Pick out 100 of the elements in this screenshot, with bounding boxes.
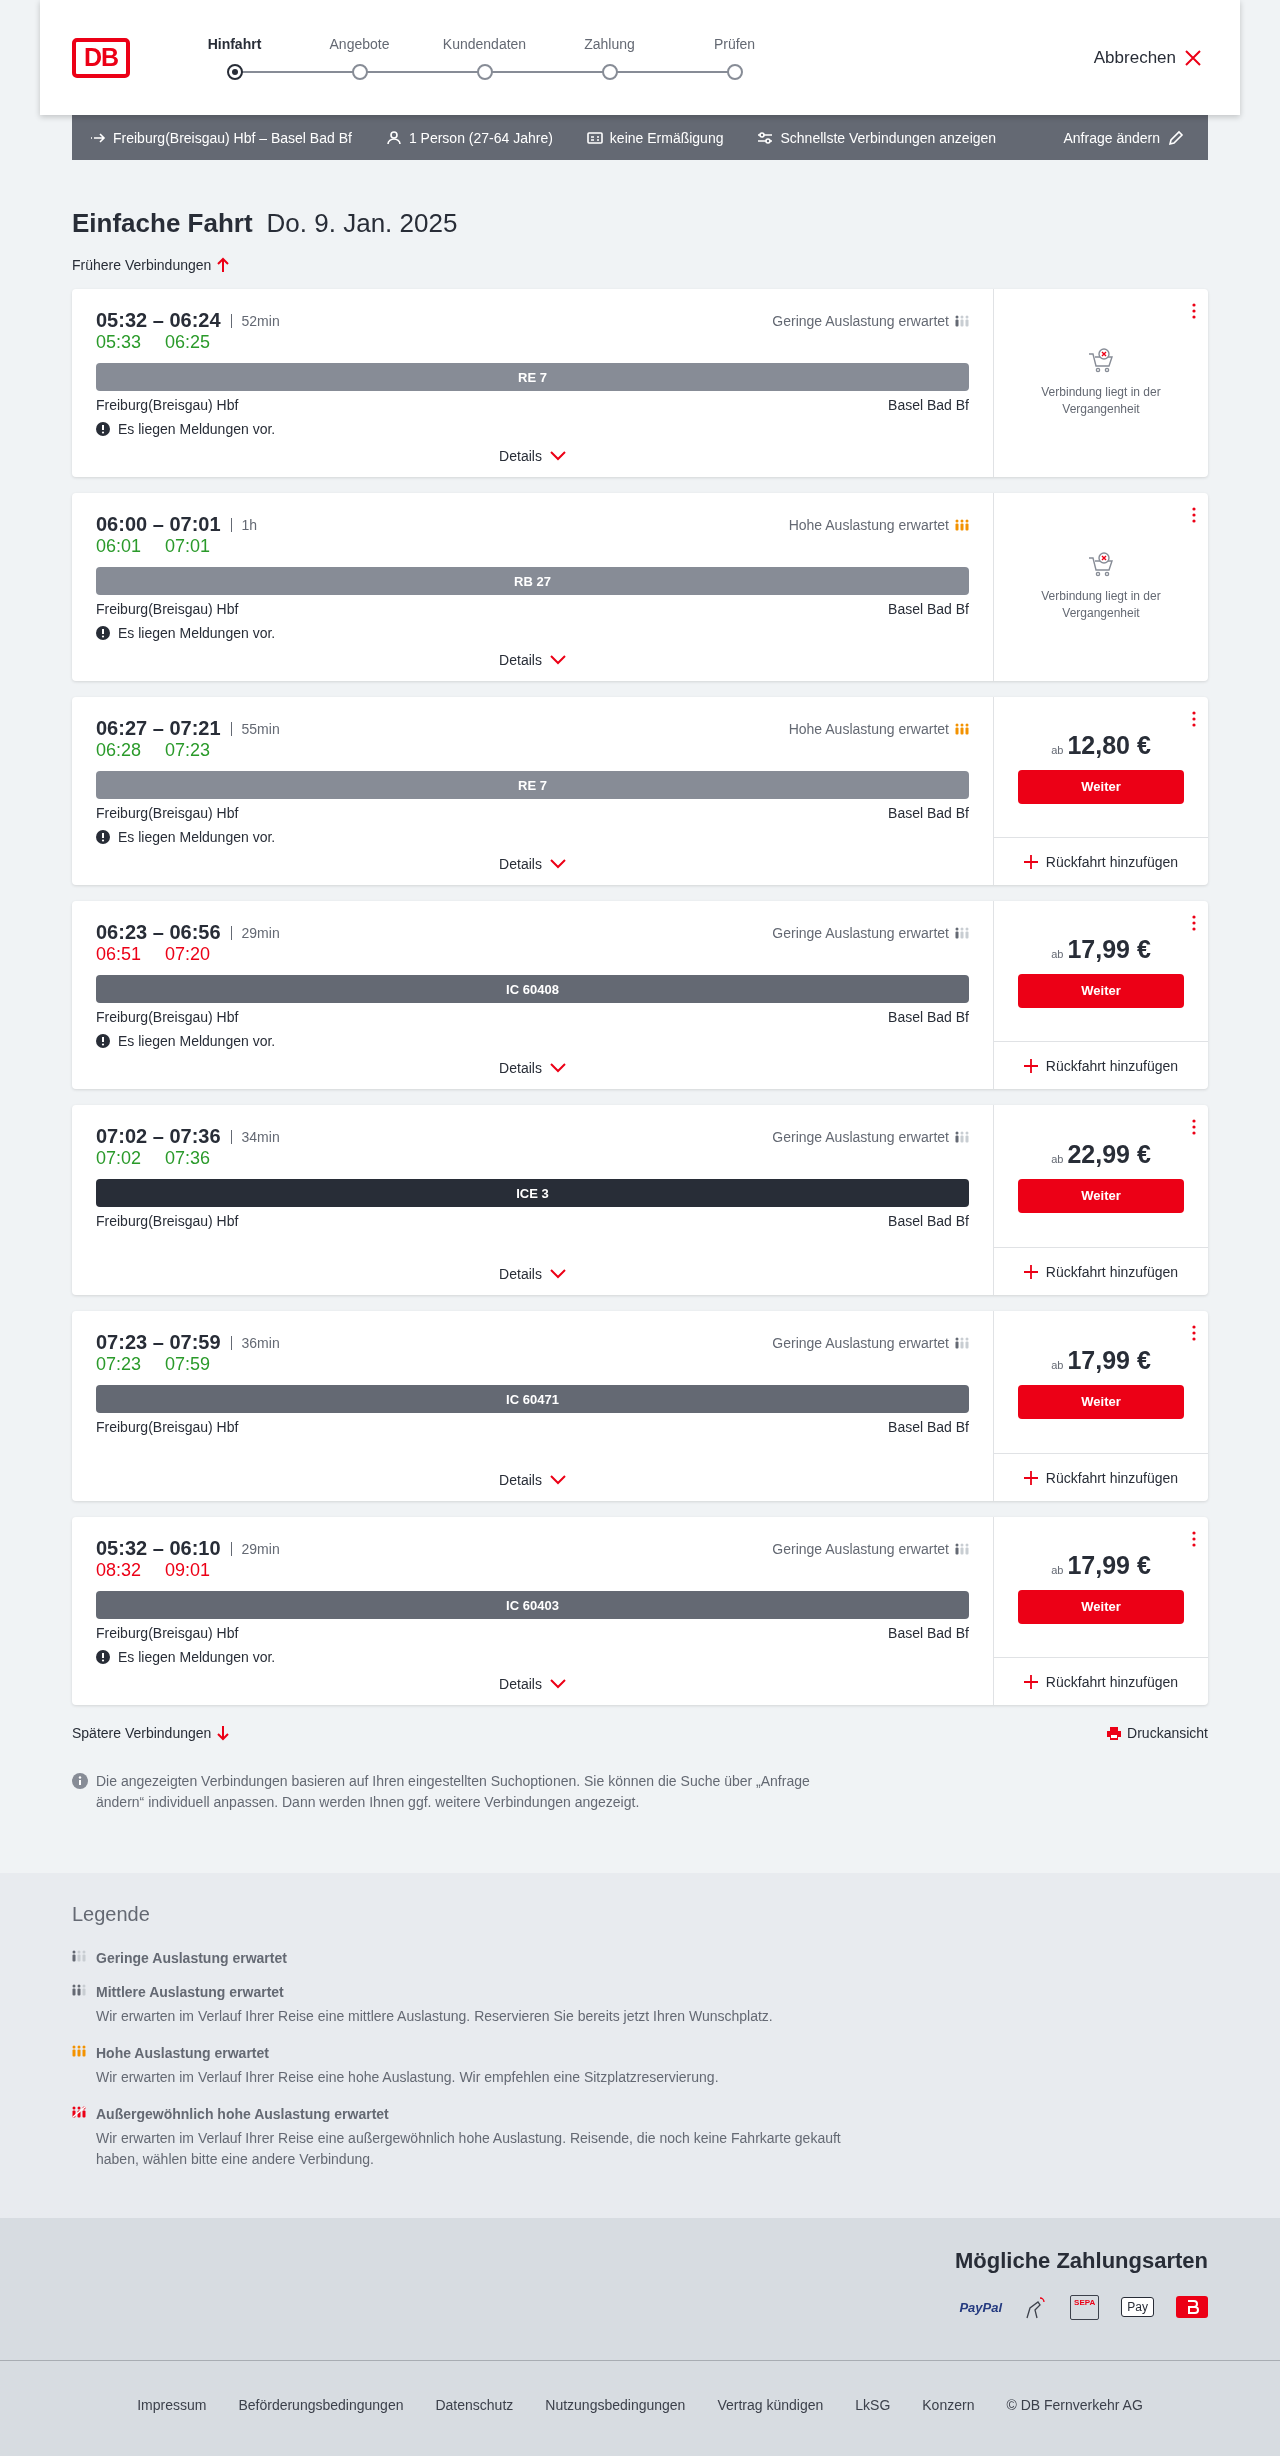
past-connection-note: Verbindung liegt in der Vergangenheit (1040, 384, 1162, 418)
footer-link[interactable]: Beförderungsbedingungen (238, 2397, 404, 2456)
details-toggle[interactable]: Details (493, 1059, 572, 1077)
details-toggle[interactable]: Details (493, 447, 572, 465)
change-request-button[interactable]: Anfrage ändern (1057, 128, 1190, 147)
departure-arrival-times: 05:32 – 06:24 (96, 309, 221, 332)
add-return-button[interactable]: Rückfahrt hinzufügen (994, 1041, 1208, 1089)
train-bar: RE 7 (96, 771, 969, 799)
occupancy-label: Geringe Auslastung erwartet (772, 924, 949, 941)
occupancy-label: Geringe Auslastung erwartet (772, 1128, 949, 1145)
duration: 34min (241, 1128, 280, 1145)
earlier-connections-link[interactable]: Frühere Verbindungen (72, 257, 1208, 273)
continue-button[interactable]: Weiter (1018, 1178, 1184, 1213)
plus-icon (1023, 1264, 1038, 1279)
chevron-icon (549, 1063, 566, 1073)
chevron-icon (549, 1269, 566, 1279)
travel-date: Do. 9. Jan. 2025 (266, 208, 458, 239)
person-icon (385, 130, 402, 145)
cart-unavailable-icon (1088, 348, 1114, 375)
step-label: Hinfahrt (207, 35, 262, 52)
summary-text: keine Ermäßigung (609, 129, 724, 146)
step-indicator[interactable] (226, 63, 243, 80)
add-return-button[interactable]: Rückfahrt hinzufügen (994, 1453, 1208, 1501)
later-connections-link[interactable]: Spätere Verbindungen (72, 1725, 230, 1741)
train-bar: ICE 3 (96, 1179, 969, 1207)
details-toggle[interactable]: Details (493, 1265, 572, 1283)
realtime: 06:28 (96, 740, 142, 761)
price-prefix: ab (1051, 947, 1064, 960)
legend-item-text: Wir erwarten im Verlauf Ihrer Reise eine außergewöhnlich hohe Auslastung. Reisende, die noch keine Fahrkarte gekauft haben, wählen bitte eine andere Verbindung. (96, 2129, 842, 2169)
message-notice: Es liegen Meldungen vor. (118, 625, 276, 641)
origin-station: Freiburg(Breisgau) Hbf (96, 397, 239, 413)
plus-icon (1023, 1674, 1038, 1689)
continue-button[interactable]: Weiter (1018, 769, 1184, 804)
paypal-logo: PayPal (959, 2299, 1003, 2315)
footer-link[interactable]: Nutzungsbedingungen (545, 2397, 686, 2456)
realtime: 05:33 (96, 332, 142, 353)
footer-link[interactable]: Impressum (137, 2397, 207, 2456)
footer-link[interactable]: LkSG (855, 2397, 891, 2456)
realtime: 07:02 (96, 1148, 142, 1169)
destination-station: Basel Bad Bf (888, 601, 969, 617)
price-prefix: ab (1051, 1152, 1064, 1165)
occupancy-label: Geringe Auslastung erwartet (772, 1334, 949, 1351)
price: 12,80 € (1067, 730, 1151, 760)
details-toggle[interactable]: Details (493, 651, 572, 669)
footer-link[interactable]: Datenschutz (435, 2397, 514, 2456)
continue-button[interactable]: Weiter (1018, 973, 1184, 1008)
departure-arrival-times: 06:23 – 06:56 (96, 921, 221, 944)
payment-title: Mögliche Zahlungsarten (954, 2248, 1208, 2274)
step-label: Prüfen (713, 35, 756, 52)
footer-link[interactable]: Konzern (922, 2397, 975, 2456)
sepa-logo: SEPA (1070, 2294, 1100, 2320)
occupancy-label: Geringe Auslastung erwartet (772, 1540, 949, 1557)
occupancy-label: Hohe Auslastung erwartet (788, 720, 949, 737)
price-prefix: ab (1051, 1358, 1064, 1371)
step-label: Zahlung (584, 35, 635, 52)
departure-arrival-times: 07:23 – 07:59 (96, 1331, 221, 1354)
step-label: Kundendaten (442, 35, 527, 52)
realtime: 06:01 (96, 536, 142, 557)
chevron-icon (549, 859, 566, 869)
alert-icon (96, 422, 110, 436)
card-icon (586, 130, 603, 145)
chevron-icon (549, 655, 566, 665)
continue-button[interactable]: Weiter (1018, 1384, 1184, 1419)
details-toggle[interactable]: Details (493, 855, 572, 873)
duration: 29min (241, 1540, 280, 1557)
occupancy-label: Hohe Auslastung erwartet (788, 516, 949, 533)
realtime: 08:32 (96, 1560, 142, 1581)
origin-station: Freiburg(Breisgau) Hbf (96, 805, 239, 821)
add-return-button[interactable]: Rückfahrt hinzufügen (994, 1247, 1208, 1295)
duration: 1h (241, 516, 258, 533)
copyright: © DB Fernverkehr AG (1006, 2397, 1143, 2415)
message-notice: Es liegen Meldungen vor. (118, 1649, 276, 1665)
origin-station: Freiburg(Breisgau) Hbf (96, 601, 239, 617)
footer-link[interactable]: Vertrag kündigen (717, 2397, 824, 2456)
alert-icon (96, 1034, 110, 1048)
price-prefix: ab (1051, 743, 1064, 756)
past-connection-note: Verbindung liegt in der Vergangenheit (1040, 588, 1162, 622)
info-text: Die angezeigten Verbindungen basieren auf Ihren eingestellten Suchoptionen. Sie können die Suche über „Anfrage ändern“ individuell anpassen. Dann werden Ihnen ggf. weitere Verbindungen angezeigt. (96, 1772, 811, 1812)
origin-station: Freiburg(Breisgau) Hbf (96, 1419, 239, 1435)
realtime: 07:59 (165, 1354, 211, 1375)
legend-item-title: Außergewöhnlich hohe Auslastung erwartet (96, 2106, 390, 2122)
train-bar: IC 60408 (96, 975, 969, 1003)
price-prefix: ab (1051, 1563, 1064, 1576)
realtime: 07:36 (165, 1148, 211, 1169)
realtime: 07:01 (165, 536, 211, 557)
apple-pay-logo: Pay (1121, 2297, 1154, 2317)
pencil-icon (1168, 129, 1184, 146)
duration: 29min (241, 924, 280, 941)
add-return-button[interactable]: Rückfahrt hinzufügen (994, 837, 1208, 885)
add-return-button[interactable]: Rückfahrt hinzufügen (994, 1657, 1208, 1705)
details-toggle[interactable]: Details (493, 1675, 572, 1693)
legend-item-text: Wir erwarten im Verlauf Ihrer Reise eine mittlere Auslastung. Reservieren Sie bereits jetzt Ihren Wunschplatz. (96, 2007, 774, 2026)
alert-icon (96, 626, 110, 640)
price: 17,99 € (1067, 1345, 1151, 1375)
details-toggle[interactable]: Details (493, 1471, 572, 1489)
departure-arrival-times: 07:02 – 07:36 (96, 1125, 221, 1148)
continue-button[interactable]: Weiter (1018, 1589, 1184, 1624)
printer-icon (1107, 1726, 1122, 1740)
print-view-link[interactable]: Druckansicht (1107, 1725, 1208, 1741)
cancel-button[interactable]: Abbrechen (1087, 46, 1208, 69)
